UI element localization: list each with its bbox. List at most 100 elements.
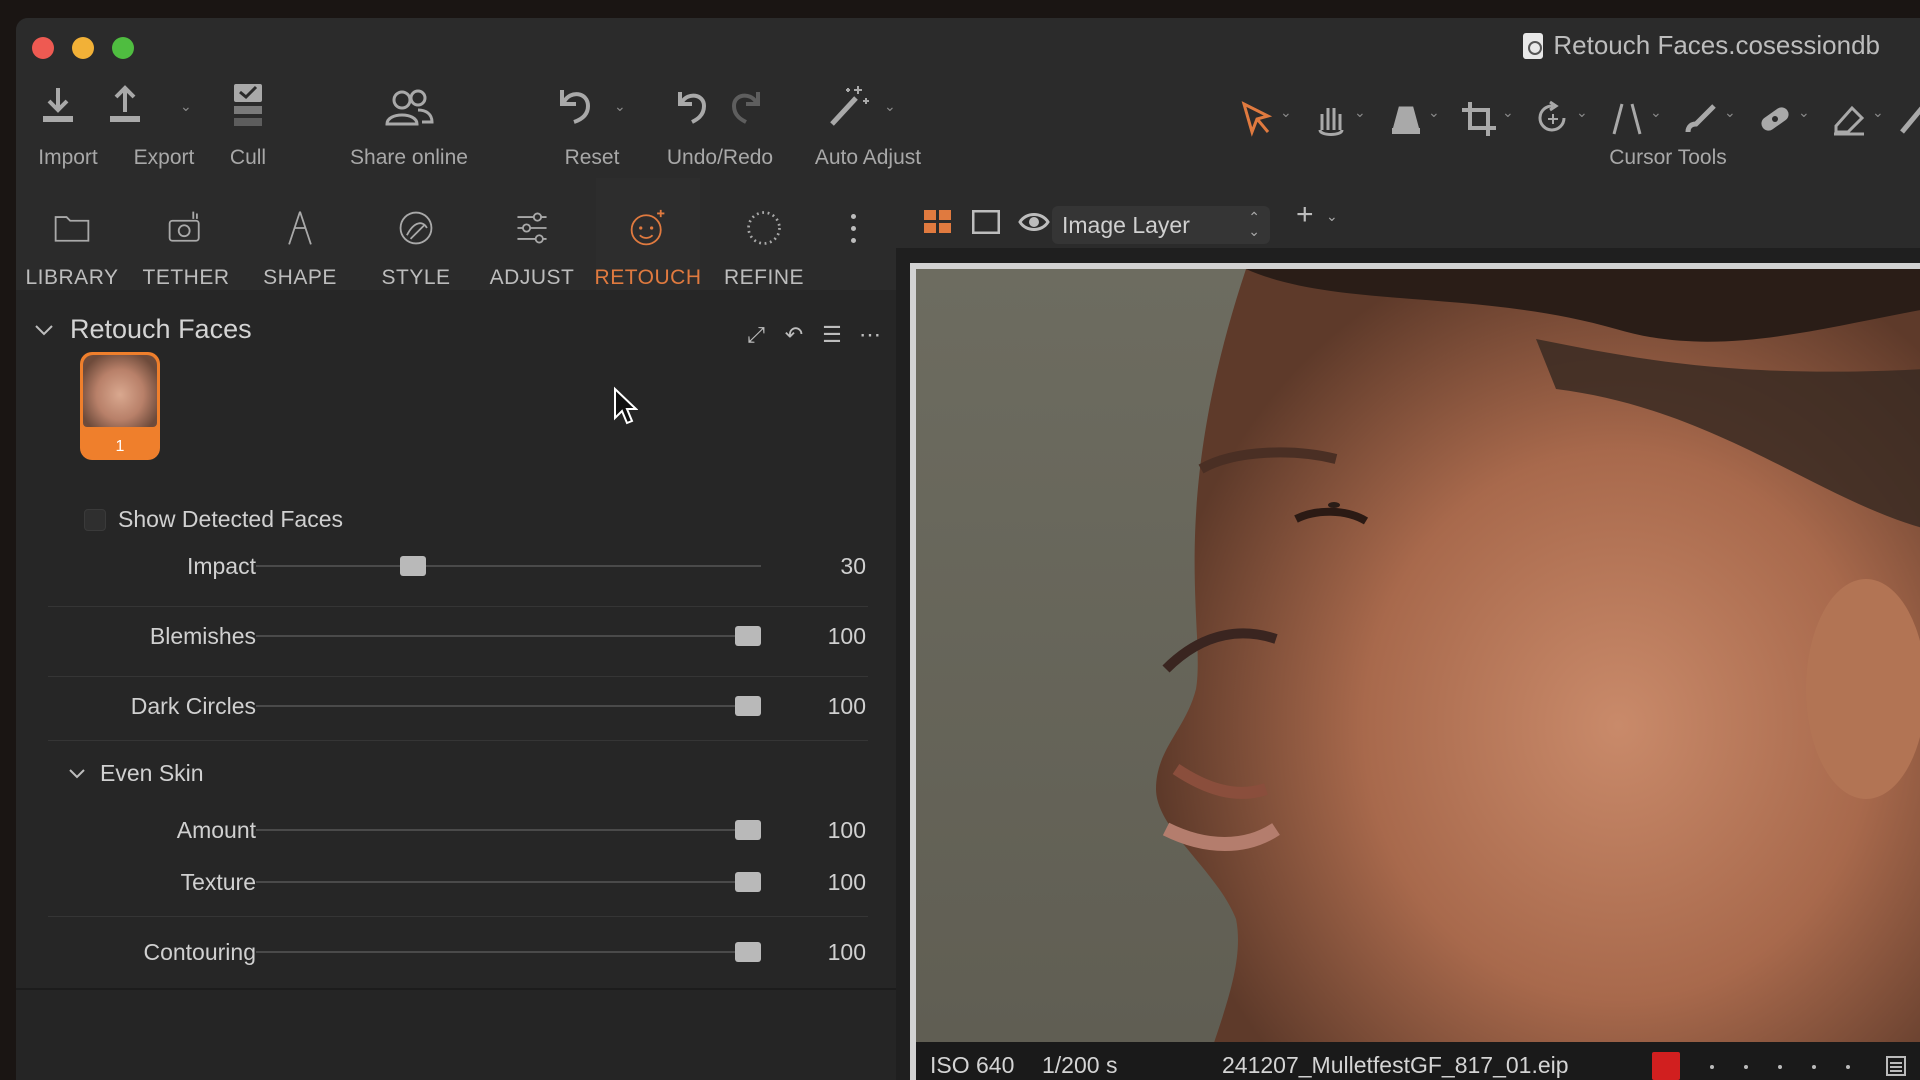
rating-dot-3[interactable]: [1778, 1065, 1782, 1069]
share-people-icon: [385, 89, 434, 126]
tab-style[interactable]: STYLE: [364, 178, 468, 290]
camera-icon: [168, 211, 200, 242]
select-cursor-icon[interactable]: [1238, 100, 1276, 138]
rating-dot-2[interactable]: [1744, 1065, 1748, 1069]
close-window-button[interactable]: [32, 37, 54, 59]
info-list-icon[interactable]: [1886, 1056, 1906, 1076]
slider-thumb[interactable]: [399, 556, 426, 576]
window-title: Retouch Faces.cosessiondb: [1523, 30, 1880, 61]
tab-retouch[interactable]: RETOUCH: [594, 178, 702, 290]
layer-select[interactable]: Image Layer ⌃ ⌄: [1052, 206, 1270, 244]
grid-view-icon[interactable]: [924, 210, 952, 234]
add-layer-chevron-down-icon[interactable]: ⌄: [1326, 208, 1338, 225]
updown-chevron-icon: ⌃ ⌄: [1248, 209, 1260, 239]
heal-icon[interactable]: [1756, 100, 1794, 138]
slider-value[interactable]: 100: [828, 939, 866, 966]
heal-chevron-down-icon[interactable]: ⌄: [1798, 104, 1810, 121]
window-title-text: Retouch Faces.cosessiondb: [1553, 30, 1880, 60]
auto-adjust-chevron-down-icon[interactable]: ⌄: [884, 98, 896, 115]
loupe-icon[interactable]: [1386, 100, 1424, 138]
slider-label: Impact: [186, 553, 256, 579]
show-detected-faces-checkbox[interactable]: [84, 508, 106, 531]
reset-chevron-down-icon[interactable]: ⌄: [614, 98, 626, 115]
more-tabs-icon[interactable]: [851, 214, 857, 250]
tab-library[interactable]: LIBRARY: [20, 178, 124, 290]
slider-track[interactable]: [256, 829, 761, 831]
slider-track[interactable]: [256, 881, 761, 883]
slider-value[interactable]: 100: [828, 693, 866, 720]
more-options-icon[interactable]: ⋯: [858, 322, 882, 348]
document-icon: [1523, 32, 1544, 59]
eraser-chevron-down-icon[interactable]: ⌄: [1872, 104, 1884, 121]
crop-chevron-down-icon[interactable]: ⌄: [1502, 104, 1514, 121]
viewer-toolbar: + ⌄: [896, 178, 1920, 248]
divider: [48, 676, 868, 677]
sliders-icon: [517, 212, 547, 244]
single-view-icon[interactable]: [972, 210, 1000, 234]
slider-thumb[interactable]: [735, 696, 761, 716]
slider-track[interactable]: [256, 951, 761, 953]
expand-icon[interactable]: ⤢: [744, 322, 768, 348]
presets-list-icon[interactable]: ☰: [820, 322, 844, 348]
tab-tether[interactable]: TETHER: [134, 178, 238, 290]
detected-face-thumbnail[interactable]: 1: [80, 352, 160, 460]
reset-section-icon[interactable]: ↶: [782, 322, 806, 348]
eye-preview-icon[interactable]: [1018, 210, 1050, 234]
keystone-icon[interactable]: [1608, 100, 1646, 138]
slider-label: Contouring: [143, 939, 256, 965]
add-layer-icon[interactable]: +: [1296, 198, 1314, 232]
slider-thumb[interactable]: [735, 820, 761, 840]
select-chevron-down-icon[interactable]: ⌄: [1280, 104, 1292, 121]
tab-retouch-label: RETOUCH: [594, 266, 702, 289]
slider-thumb[interactable]: [735, 942, 761, 962]
slider-thumb[interactable]: [735, 872, 761, 892]
keystone-chevron-down-icon[interactable]: ⌄: [1650, 104, 1662, 121]
color-tag-red[interactable]: [1652, 1052, 1680, 1080]
section-tools: ⤢ ↶ ☰ ⋯: [744, 322, 882, 348]
slider-label: Texture: [180, 869, 256, 895]
tab-refine[interactable]: REFINE: [712, 178, 816, 290]
slider-value[interactable]: 100: [828, 623, 866, 650]
reset-label: Reset: [564, 146, 620, 169]
loupe-chevron-down-icon[interactable]: ⌄: [1428, 104, 1440, 121]
retouch-face-icon: [630, 209, 665, 246]
tab-library-label: LIBRARY: [25, 266, 119, 289]
rotate-chevron-down-icon[interactable]: ⌄: [1576, 104, 1588, 121]
picker-icon[interactable]: [1896, 100, 1920, 138]
rating-dot-1[interactable]: [1710, 1065, 1714, 1069]
show-detected-faces-row: Show Detected Faces: [84, 506, 343, 533]
slider-value[interactable]: 100: [828, 817, 866, 844]
retouch-faces-header[interactable]: Retouch Faces: [34, 314, 252, 345]
tab-shape[interactable]: SHAPE: [248, 178, 352, 290]
refine-dotted-circle-icon: [747, 211, 781, 245]
slider-thumb[interactable]: [735, 626, 761, 646]
photo-viewer[interactable]: [910, 263, 1920, 1080]
slider-row-amount: Amount 100: [16, 810, 896, 850]
slider-value[interactable]: 100: [828, 869, 866, 896]
minimize-window-button[interactable]: [72, 37, 94, 59]
retouch-faces-title: Retouch Faces: [70, 314, 252, 344]
slider-row-contouring: Contouring 100: [16, 932, 896, 972]
slider-value[interactable]: 30: [840, 553, 866, 580]
crop-icon[interactable]: [1460, 100, 1498, 138]
slider-track[interactable]: [256, 565, 761, 567]
rotate-icon[interactable]: [1534, 100, 1572, 138]
tab-adjust[interactable]: ADJUST: [480, 178, 584, 290]
slider-track[interactable]: [256, 635, 761, 637]
slider-label: Blemishes: [149, 623, 256, 649]
zoom-window-button[interactable]: [112, 37, 134, 59]
eraser-icon[interactable]: [1830, 100, 1868, 138]
hand-pan-icon[interactable]: [1312, 100, 1350, 138]
divider: [48, 606, 868, 607]
pan-chevron-down-icon[interactable]: ⌄: [1354, 104, 1366, 121]
rating-dot-5[interactable]: [1846, 1065, 1850, 1069]
tab-refine-label: REFINE: [723, 266, 804, 289]
rating-dot-4[interactable]: [1812, 1065, 1816, 1069]
even-skin-header[interactable]: Even Skin: [68, 760, 204, 787]
slider-track[interactable]: [256, 705, 761, 707]
brush-icon[interactable]: [1682, 100, 1720, 138]
redo-icon: [731, 92, 760, 124]
brush-chevron-down-icon[interactable]: ⌄: [1724, 104, 1736, 121]
export-chevron-down-icon[interactable]: ⌄: [180, 98, 192, 115]
even-skin-title: Even Skin: [100, 760, 204, 786]
